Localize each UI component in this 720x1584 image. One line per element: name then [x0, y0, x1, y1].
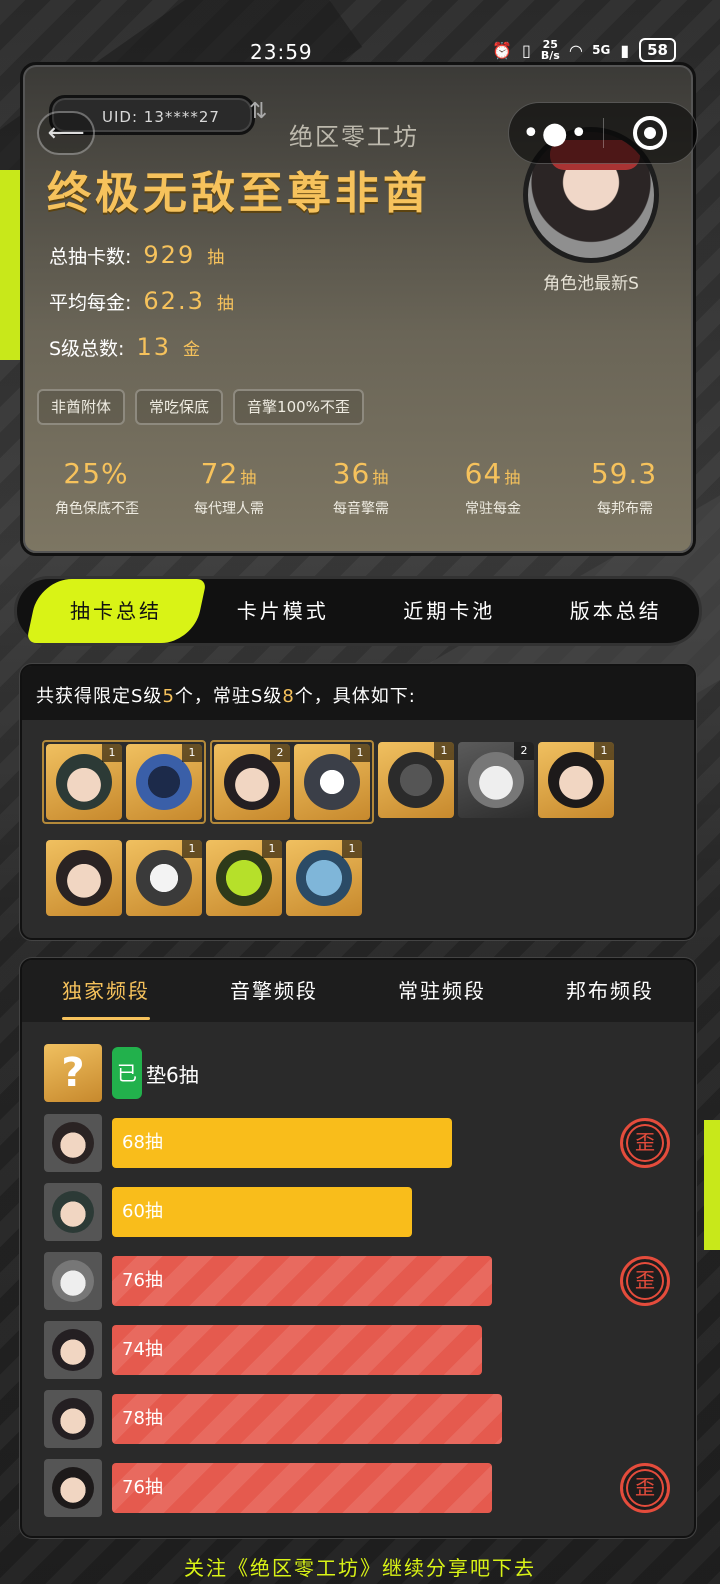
tab-card-mode[interactable]: 卡片模式 — [200, 579, 367, 643]
bangboo-tile[interactable]: 1 — [286, 840, 362, 916]
off-rate-badge: 歪 — [620, 1256, 670, 1306]
character-tile[interactable]: 1 — [538, 742, 614, 818]
frequency-tab-bar: 独家频段 音擎频段 常驻频段 邦布频段 — [22, 960, 694, 1022]
pull-record-row: 60抽 — [44, 1183, 674, 1241]
app-name: 绝区零工坊 — [289, 123, 419, 151]
back-arrow-icon: ⟵ — [47, 118, 85, 148]
pull-count-bar: 76抽 — [112, 1463, 492, 1513]
bangboo-tile[interactable]: 1 — [126, 840, 202, 916]
tab-bangboo-channel[interactable]: 邦布频段 — [526, 960, 694, 1022]
status-bar: 23:59 ⏰ ▯ 25 B/s ◠ 5G ▮ 58 — [0, 0, 720, 64]
item-group: 1 1 — [42, 740, 206, 824]
main-tab-bar: 抽卡总结 卡片模式 近期卡池 版本总结 — [14, 576, 702, 646]
pull-record-row: 74抽 — [44, 1321, 674, 1379]
metric: 72 抽每代理人需 — [194, 457, 264, 517]
pull-frequency-panel: 独家频段 音擎频段 常驻频段 邦布频段 ? 已 垫6抽 68抽歪 60抽 76抽歪 7… — [20, 958, 696, 1538]
s-rank-summary-panel: 共获得限定S级5个，常驻S级8个，具体如下: 1 1 2 1 1 2 1 1 1… — [20, 664, 696, 940]
tag: 非酋附体 — [37, 389, 126, 425]
stat-total-pulls: 总抽卡数: 929 抽 — [49, 241, 225, 269]
pull-record-row: 68抽 歪 — [44, 1114, 674, 1172]
unknown-character-icon: ? — [44, 1044, 102, 1102]
pull-record-row: 76抽 歪 — [44, 1459, 674, 1517]
character-portrait[interactable] — [44, 1183, 102, 1241]
off-rate-badge: 歪 — [620, 1463, 670, 1513]
character-portrait[interactable] — [44, 1459, 102, 1517]
tab-pull-summary[interactable]: 抽卡总结 — [26, 579, 207, 643]
back-button[interactable]: ⟵ — [37, 111, 95, 155]
bangboo-tile[interactable]: 1 — [206, 840, 282, 916]
tab-standard-channel[interactable]: 常驻频段 — [358, 960, 526, 1022]
signal-icon: ▮ — [620, 40, 630, 60]
close-miniprogram-icon[interactable] — [604, 116, 698, 150]
metrics-row: 25% 角色保底不歪 72 抽每代理人需 36 抽每音擎需 64 抽常驻每金 59.3 每… — [31, 457, 691, 518]
vibrate-icon: ▯ — [522, 40, 531, 60]
off-rate-badge: 歪 — [620, 1118, 670, 1168]
metric: 59.3 每邦布需 — [590, 457, 658, 517]
item-group: 2 1 — [210, 740, 374, 824]
pull-count-bar: 68抽 — [112, 1118, 452, 1168]
metric: 36 抽每音擎需 — [332, 457, 390, 517]
character-portrait[interactable] — [44, 1114, 102, 1172]
current-pity-row: ? 已 垫6抽 — [44, 1044, 199, 1102]
pull-count-bar: 60抽 — [112, 1187, 412, 1237]
tab-version-summary[interactable]: 版本总结 — [533, 579, 700, 643]
character-portrait[interactable] — [44, 1252, 102, 1310]
wengine-tile[interactable]: 1 — [378, 742, 454, 818]
network-type: 5G — [592, 43, 611, 57]
metric: 64 抽常驻每金 — [464, 457, 522, 517]
tag-list: 非酋附体 常吃保底 音擎100%不歪 — [37, 389, 364, 425]
pull-count-bar: 76抽 — [112, 1256, 492, 1306]
pull-record-row: 78抽 — [44, 1390, 674, 1448]
summary-heading: 共获得限定S级5个，常驻S级8个，具体如下: — [22, 666, 694, 720]
stat-avg-per-gold: 平均每金: 62.3 抽 — [49, 287, 234, 315]
character-tile[interactable] — [46, 840, 122, 916]
alarm-icon: ⏰ — [492, 40, 513, 60]
character-tile[interactable]: 1 — [46, 744, 122, 820]
tag: 音擎100%不歪 — [233, 389, 364, 425]
wifi-icon: ◠ — [569, 40, 583, 60]
wengine-tile[interactable]: 1 — [294, 744, 370, 820]
avatar-caption: 角色池最新S — [543, 274, 639, 294]
net-speed: 25 B/s — [540, 38, 560, 62]
tag: 常吃保底 — [135, 389, 224, 425]
battery-indicator: 58 — [639, 38, 676, 62]
clock: 23:59 — [250, 40, 313, 64]
switch-account-icon[interactable]: ⇅ — [249, 99, 267, 124]
pull-record-row: 76抽 歪 — [44, 1252, 674, 1310]
footer-note: 关注《绝区零工坊》继续分享吧下去 — [184, 1556, 536, 1580]
pity-badge: 已 — [112, 1047, 142, 1099]
wengine-tile[interactable]: 1 — [126, 744, 202, 820]
character-portrait[interactable] — [44, 1390, 102, 1448]
pity-text: 垫6抽 — [146, 1062, 199, 1087]
stat-s-total: S级总数: 13 金 — [49, 333, 201, 361]
metric: 25% 角色保底不歪 — [55, 457, 139, 517]
tab-wengine-channel[interactable]: 音擎频段 — [190, 960, 358, 1022]
more-menu-icon[interactable]: •●• — [509, 116, 603, 151]
page-title: 终极无敌至尊非酋 — [47, 168, 431, 219]
tab-exclusive-channel[interactable]: 独家频段 — [22, 960, 190, 1022]
character-tile[interactable]: 2 — [458, 742, 534, 818]
tab-recent-banners[interactable]: 近期卡池 — [366, 579, 533, 643]
pull-count-bar: 74抽 — [112, 1325, 482, 1375]
character-portrait[interactable] — [44, 1321, 102, 1379]
pull-count-bar: 78抽 — [112, 1394, 502, 1444]
miniprogram-capsule: •●• — [508, 102, 698, 164]
character-tile[interactable]: 2 — [214, 744, 290, 820]
